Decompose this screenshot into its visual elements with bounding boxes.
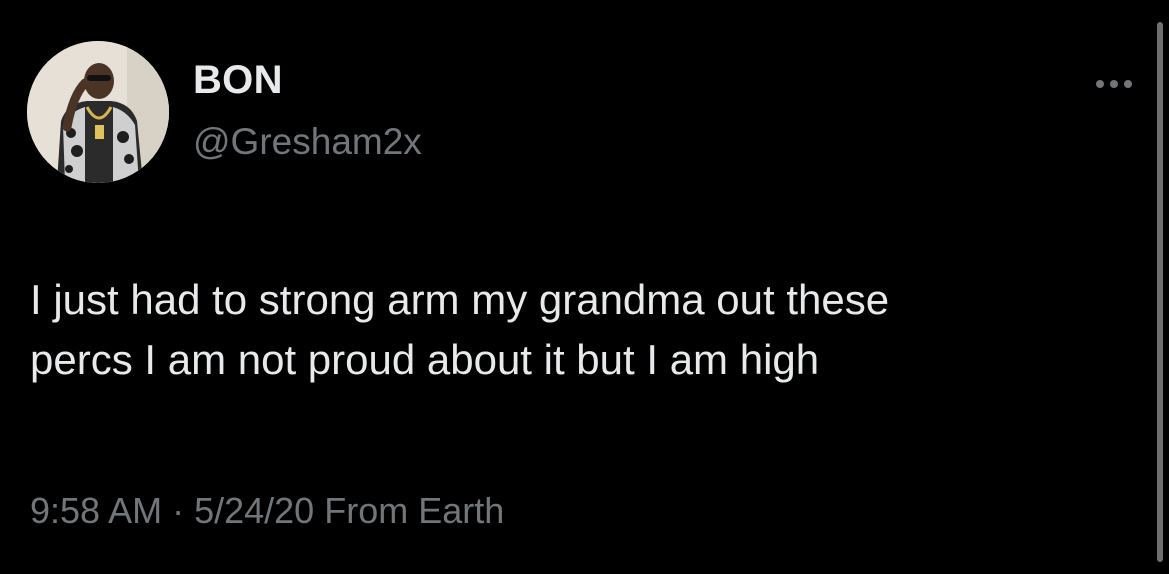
tweet-card: BON @Gresham2x I just had to strong arm … [0, 0, 1169, 574]
user-handle[interactable]: @Gresham2x [193, 121, 422, 163]
scrollbar[interactable] [1157, 22, 1163, 562]
tweet-text: I just had to strong arm my grandma out … [30, 270, 1140, 390]
avatar[interactable] [27, 41, 169, 183]
tweet-source: From Earth [324, 490, 505, 531]
tweet-date[interactable]: 5/24/20 [194, 490, 314, 531]
more-options-button[interactable] [1090, 68, 1138, 100]
more-horizontal-icon [1096, 80, 1132, 88]
tweet-text-line: percs I am not proud about it but I am h… [30, 336, 820, 383]
tweet-time[interactable]: 9:58 AM [30, 490, 162, 531]
display-name[interactable]: BON [193, 58, 283, 103]
tweet-text-line: I just had to strong arm my grandma out … [30, 276, 890, 323]
separator-dot: · [172, 490, 185, 531]
tweet-metadata: 9:58 AM · 5/24/20 From Earth [30, 490, 504, 532]
avatar-photo-icon [27, 41, 169, 183]
